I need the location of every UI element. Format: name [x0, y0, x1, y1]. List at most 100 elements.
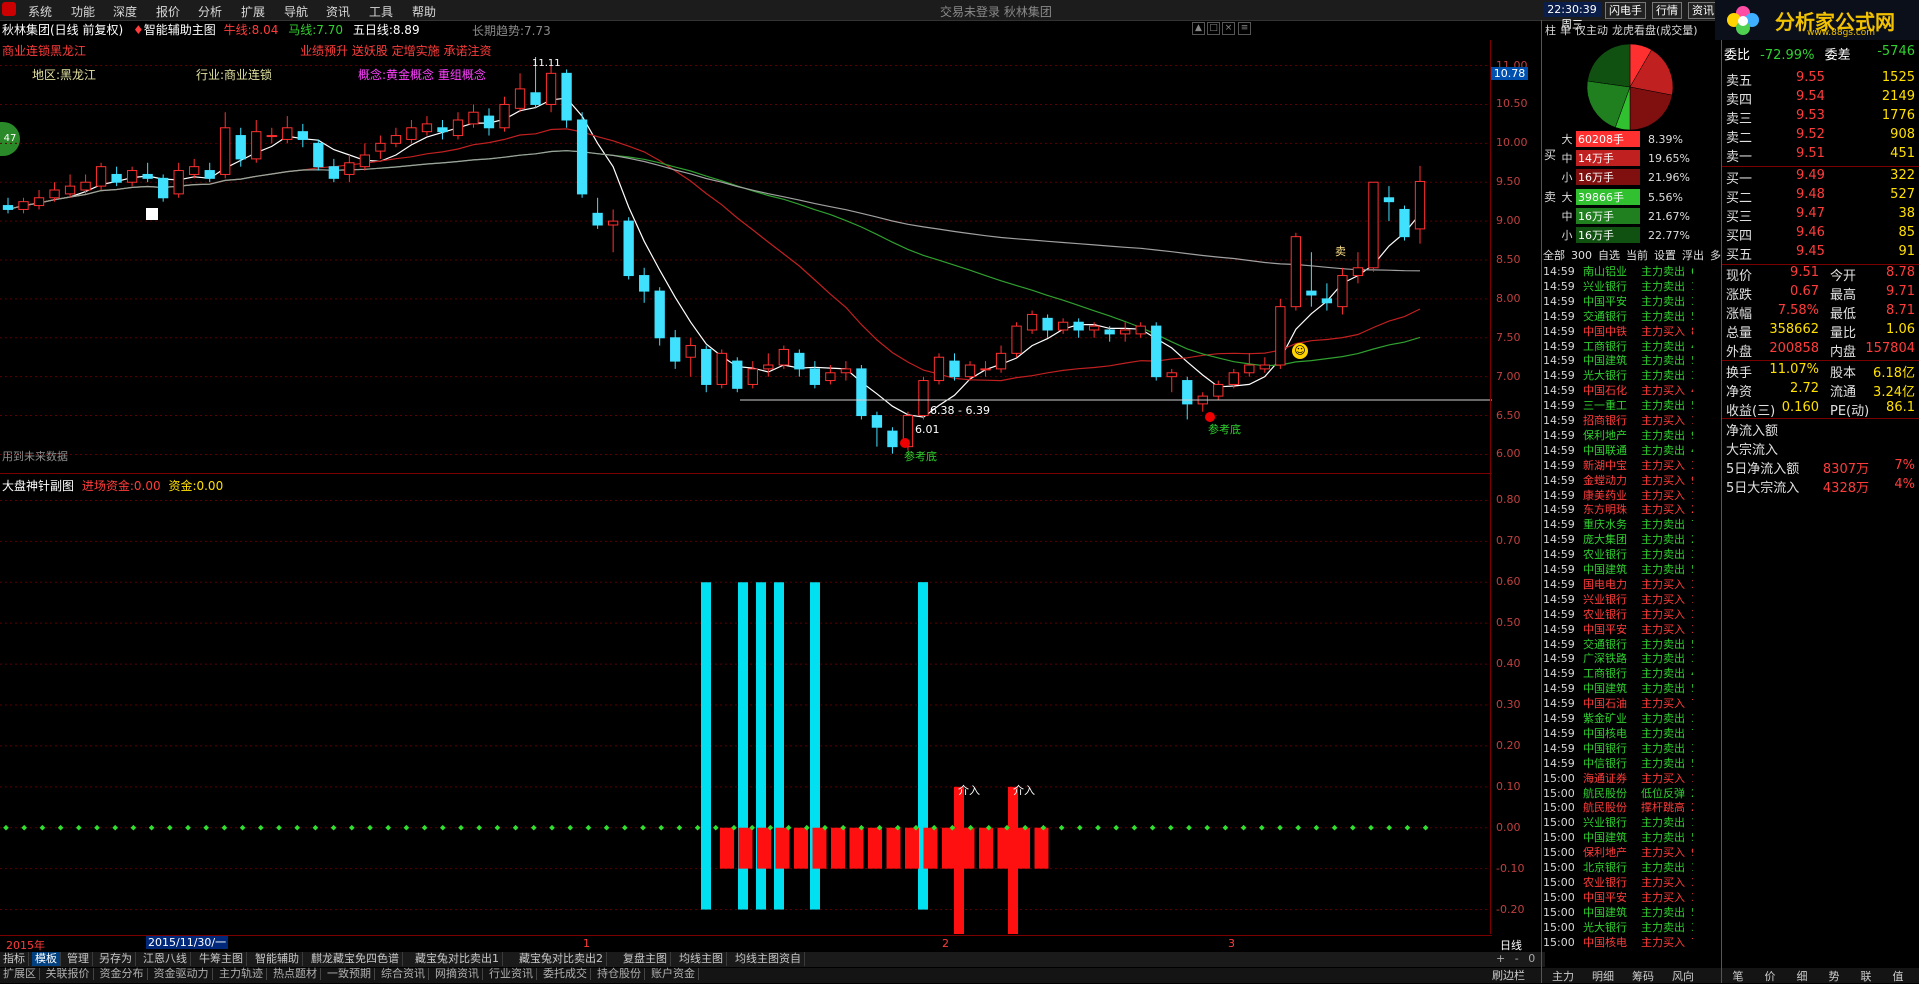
feed-row[interactable]: 14:59 工商银行主力卖出 4.32/: [1543, 338, 1693, 353]
quote-tab[interactable]: 势: [1818, 968, 1850, 984]
feed-row[interactable]: 14:59 中国石化主力买入 4.68/: [1543, 382, 1693, 397]
feed-row[interactable]: 14:59 中国中铁主力买入 8.08/: [1543, 323, 1693, 338]
feed-row[interactable]: 14:59 交通银行主力卖出 5.77/: [1543, 636, 1693, 651]
feed-row[interactable]: 14:59 招商银行 主力买入 16.43/: [1543, 412, 1693, 427]
detail-tab[interactable]: 风向: [1663, 968, 1703, 984]
orderbook-row[interactable]: 买三 9.47 38: [1722, 206, 1919, 225]
status-tab[interactable]: 资金分布: [97, 968, 148, 980]
orderbook-row[interactable]: 买五 9.45 91: [1722, 244, 1919, 263]
feed-row[interactable]: 14:59 中信银行主力卖出 5.94/: [1543, 755, 1693, 770]
formula-tab[interactable]: 均线主图: [676, 952, 727, 966]
feed-row[interactable]: 14:59 金螳动力主力买入 9.86/: [1543, 472, 1693, 487]
quote-tab[interactable]: 笔: [1722, 968, 1754, 984]
feed-row[interactable]: 14:59 中国平安主力买入 32.13/: [1543, 621, 1693, 636]
quote-tab[interactable]: 联: [1850, 968, 1882, 984]
status-tab[interactable]: 行业资讯: [486, 968, 537, 980]
moneyflow-tab[interactable]: 仅主动: [1575, 24, 1608, 37]
menu-depth[interactable]: 深度: [113, 3, 137, 20]
status-tab[interactable]: 主力轨迹: [216, 968, 267, 980]
feed-row[interactable]: 14:59 南山铝业 主力卖出 6.68/: [1543, 263, 1693, 278]
feed-tab[interactable]: 当前: [1626, 249, 1648, 262]
news-button[interactable]: 资讯: [1688, 2, 1718, 19]
zoom-reset-icon[interactable]: 0: [1528, 952, 1535, 965]
feed-row[interactable]: 14:59 中国石油 主力买入 7.89/: [1543, 695, 1693, 710]
feed-row[interactable]: 14:59 兴业银行主力买入 15.72/: [1543, 591, 1693, 606]
status-tab[interactable]: 热点题材: [270, 968, 321, 980]
orderbook-row[interactable]: 卖四 9.54 2149: [1722, 89, 1919, 108]
formula-tab[interactable]: 江恩八线: [140, 952, 191, 966]
feed-tab[interactable]: 300: [1571, 249, 1592, 262]
orderbook-row[interactable]: 卖五 9.55 1525: [1722, 70, 1919, 89]
feed-row[interactable]: 15:00 北京银行 主力卖出 10.50/: [1543, 859, 1693, 874]
zoom-in-icon[interactable]: +: [1496, 952, 1505, 965]
side-scroll-label[interactable]: 刷边栏: [1492, 968, 1545, 983]
orderbook-row[interactable]: 卖一 9.51 451: [1722, 146, 1919, 165]
status-tab[interactable]: 关联报价: [43, 968, 94, 980]
feed-row[interactable]: 14:59 中国平安主力卖出 32.12/: [1543, 293, 1693, 308]
zoom-out-icon[interactable]: -: [1515, 952, 1519, 965]
close-window-icon[interactable]: ×: [1222, 22, 1235, 35]
feed-tab[interactable]: 自选: [1598, 249, 1620, 262]
feed-row[interactable]: 14:59 新湖中宝主力买入 3.75/: [1543, 457, 1693, 472]
menu-extend[interactable]: 扩展: [241, 3, 265, 20]
feed-row[interactable]: 14:59 中国银行主力卖出 3.44/: [1543, 740, 1693, 755]
feed-tab[interactable]: 设置: [1654, 249, 1676, 262]
feed-tab[interactable]: 多: [1710, 249, 1721, 262]
feed-row[interactable]: 15:00 航民股份低位反弹 2.02%: [1543, 785, 1693, 800]
restore-window-icon[interactable]: □: [1207, 22, 1220, 35]
orderbook-row[interactable]: 买四 9.46 85: [1722, 225, 1919, 244]
feed-row[interactable]: 15:00 兴业银行主力卖出 15.71/: [1543, 814, 1693, 829]
feed-row[interactable]: 14:59 紫金矿业 主力卖出 3.38/: [1543, 710, 1693, 725]
detail-tab[interactable]: 筹码: [1623, 968, 1663, 984]
quote-tab[interactable]: 值: [1882, 968, 1914, 984]
quote-tab[interactable]: 价: [1754, 968, 1786, 984]
formula-tab[interactable]: 复盘主图: [620, 952, 671, 966]
feed-row[interactable]: 14:59中国建筑主力卖出5.88/: [1543, 352, 1693, 367]
feed-row[interactable]: 14:59中国建筑主力卖出5.88/: [1543, 561, 1693, 576]
menu-analysis[interactable]: 分析: [198, 3, 222, 20]
formula-tab[interactable]: 智能辅助: [252, 952, 303, 966]
feed-row[interactable]: 14:59 三一重工 主力卖出 5.45/: [1543, 397, 1693, 412]
feed-row[interactable]: 14:59 工商银行主力卖出 4.32/: [1543, 665, 1693, 680]
feed-row[interactable]: 15:00 光大银行主力卖出 3.75/: [1543, 919, 1693, 934]
main-force-feed[interactable]: 14:59南山铝业主力卖出6.68/14:59兴业银行主力卖出15.71/14:…: [1543, 263, 1723, 963]
moneyflow-tab[interactable]: 龙虎看盘(成交量): [1612, 24, 1698, 37]
feed-row[interactable]: 14:59 光大银行主力卖出 3.74/: [1543, 367, 1693, 382]
status-tab[interactable]: 网摘资讯: [432, 968, 483, 980]
feed-row[interactable]: 15:00 中国建筑主力卖出 5.88/: [1543, 904, 1693, 919]
menu-tools[interactable]: 工具: [369, 3, 393, 20]
feed-row[interactable]: 14:59 保利地产主力卖出 9.62/: [1543, 427, 1693, 442]
status-tab[interactable]: 持仓股份: [594, 968, 645, 980]
feed-row[interactable]: 14:59 东方明珠主力买入 28.05/: [1543, 501, 1693, 516]
indicator-name[interactable]: 智能辅助主图: [144, 23, 216, 37]
pin-window-icon[interactable]: ▲: [1192, 22, 1205, 35]
quote-tab[interactable]: 细: [1786, 968, 1818, 984]
feed-row[interactable]: 14:59中国建筑主力卖出5.88/: [1543, 680, 1693, 695]
status-tab[interactable]: 一致预期: [324, 968, 375, 980]
formula-tab[interactable]: 牛筹主图: [196, 952, 247, 966]
detail-tab[interactable]: 主力: [1543, 968, 1583, 984]
orderbook-row[interactable]: 买二 9.48 527: [1722, 187, 1919, 206]
price-chart[interactable]: [0, 40, 1492, 470]
feed-tab[interactable]: 全部: [1543, 249, 1565, 262]
status-tab[interactable]: 扩展区: [0, 968, 40, 980]
feed-row[interactable]: 14:59 中国联通主力卖出 4.36/: [1543, 442, 1693, 457]
formula-tab[interactable]: 指标: [0, 952, 29, 966]
feed-row[interactable]: 14:59 重庆水务主力卖出 7.39/: [1543, 516, 1693, 531]
market-button[interactable]: 行情: [1652, 2, 1682, 19]
feed-tab[interactable]: 浮出: [1682, 249, 1704, 262]
status-tab[interactable]: 委托成交: [540, 968, 591, 980]
feed-row[interactable]: 15:00 海通证券主力买入 13.64/: [1543, 770, 1693, 785]
detail-tab[interactable]: 明细: [1583, 968, 1623, 984]
feed-row[interactable]: 15:00 保利地产 主力买入 9.65/: [1543, 844, 1693, 859]
formula-tab[interactable]: 均线主图资自: [732, 952, 805, 966]
menu-function[interactable]: 功能: [71, 3, 95, 20]
feed-row[interactable]: 14:59 交通银行主力卖出 5.77/: [1543, 308, 1693, 323]
period-label[interactable]: 日线: [1500, 937, 1522, 953]
feed-row[interactable]: 14:59 兴业银行主力卖出 15.71/: [1543, 278, 1693, 293]
menu-system[interactable]: 系统: [28, 3, 52, 20]
menu-nav[interactable]: 导航: [284, 3, 308, 20]
orderbook-row[interactable]: 买一 9.49 322: [1722, 168, 1919, 187]
feed-row[interactable]: 15:00 中国核电主力买入 7.30/: [1543, 934, 1693, 949]
indicator-chart[interactable]: [0, 474, 1492, 934]
